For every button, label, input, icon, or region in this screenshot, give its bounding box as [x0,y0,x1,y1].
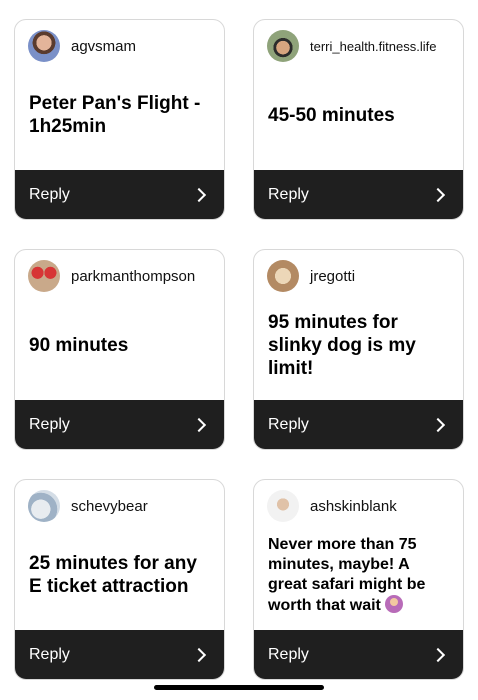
card-body: 90 minutes [15,290,224,400]
reply-card-grid: agvsmam Peter Pan's Flight - 1h25min Rep… [14,19,465,680]
home-indicator[interactable] [154,685,324,690]
card-header: schevybear [15,480,224,522]
chevron-right-icon [191,417,207,432]
reply-card: parkmanthompson 90 minutes Reply [14,249,225,450]
card-header: agvsmam [15,20,224,62]
reply-label: Reply [29,645,70,663]
reply-card: schevybear 25 minutes for any E ticket a… [14,479,225,680]
message-text: 90 minutes [29,334,129,356]
avatar[interactable] [267,30,299,62]
chevron-right-icon [430,187,446,202]
person-shrugging-emoji [385,594,404,613]
story-replies-screen: agvsmam Peter Pan's Flight - 1h25min Rep… [0,0,478,700]
avatar[interactable] [267,490,299,522]
reply-button[interactable]: Reply [254,630,463,679]
card-body: 95 minutes for slinky dog is my limit! [254,290,463,400]
username[interactable]: agvsmam [71,38,136,55]
card-header: jregotti [254,250,463,292]
message-text: 95 minutes for slinky dog is my limit! [268,311,416,379]
avatar[interactable] [28,260,60,292]
reply-button[interactable]: Reply [15,170,224,219]
chevron-right-icon [430,647,446,662]
card-header: terri_health.fitness.life [254,20,463,62]
chevron-right-icon [191,647,207,662]
card-header: ashskinblank [254,480,463,522]
reply-button[interactable]: Reply [254,170,463,219]
reply-card: agvsmam Peter Pan's Flight - 1h25min Rep… [14,19,225,220]
avatar[interactable] [28,30,60,62]
username[interactable]: terri_health.fitness.life [310,39,436,54]
username[interactable]: parkmanthompson [71,268,195,285]
reply-label: Reply [29,415,70,433]
message-text: 45-50 minutes [268,104,395,126]
card-body: Never more than 75 minutes, maybe! A gre… [254,520,463,630]
reply-card: ashskinblank Never more than 75 minutes,… [253,479,464,680]
avatar[interactable] [267,260,299,292]
message-text: 25 minutes for any E ticket attraction [29,553,197,597]
reply-label: Reply [29,185,70,203]
reply-card: terri_health.fitness.life 45-50 minutes … [253,19,464,220]
reply-button[interactable]: Reply [15,630,224,679]
username[interactable]: jregotti [310,268,355,285]
username[interactable]: schevybear [71,498,148,515]
reply-label: Reply [268,645,309,663]
card-body: 45-50 minutes [254,60,463,170]
message-text: Never more than 75 minutes, maybe! A gre… [268,535,449,616]
chevron-right-icon [430,417,446,432]
card-header: parkmanthompson [15,250,224,292]
reply-card: jregotti 95 minutes for slinky dog is my… [253,249,464,450]
reply-label: Reply [268,185,309,203]
reply-button[interactable]: Reply [254,400,463,449]
reply-label: Reply [268,415,309,433]
message-text: Peter Pan's Flight - 1h25min [29,93,201,137]
chevron-right-icon [191,187,207,202]
username[interactable]: ashskinblank [310,498,397,515]
card-body: Peter Pan's Flight - 1h25min [15,60,224,170]
reply-button[interactable]: Reply [15,400,224,449]
card-body: 25 minutes for any E ticket attraction [15,520,224,630]
avatar[interactable] [28,490,60,522]
